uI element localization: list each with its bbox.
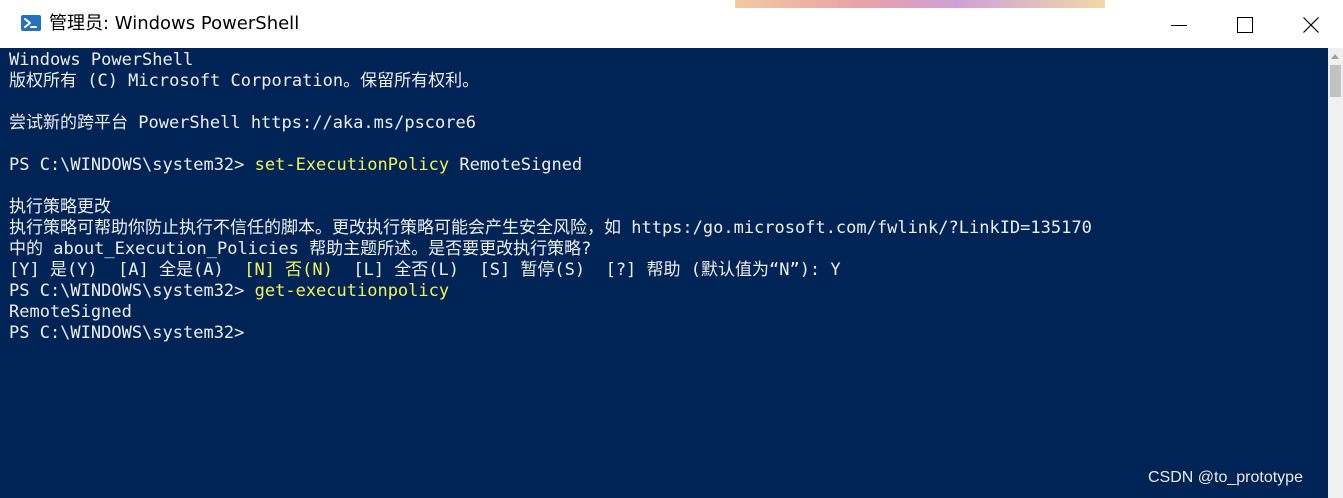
watermark: CSDN @to_prototype (1148, 469, 1303, 486)
powershell-window: 管理员: Windows PowerShell Windows PowerShe… (0, 0, 1343, 498)
maximize-icon (1237, 17, 1253, 33)
scroll-up-arrow-icon[interactable] (1331, 54, 1339, 59)
title-bar[interactable]: 管理员: Windows PowerShell (0, 0, 1343, 48)
powershell-icon (21, 15, 41, 31)
console-line-policy-question: 中的 about_Execution_Policies 帮助主题所述。是否要更改… (9, 239, 592, 259)
vertical-scrollbar[interactable] (1328, 48, 1343, 498)
console-line-policy-warning: 执行策略可帮助你防止执行不信任的脚本。更改执行策略可能会产生安全风险，如 htt… (9, 218, 1092, 238)
prompt: PS C:\WINDOWS\system32> (9, 281, 245, 301)
choice-options-rest: [L] 全否(L) [S] 暂停(S) [?] 帮助 (默认值为“N”): Y (332, 260, 841, 280)
console-line-pscore-hint: 尝试新的跨平台 PowerShell https://aka.ms/pscore… (9, 113, 476, 133)
console-prompt-line[interactable]: PS C:\WINDOWS\system32> (9, 323, 244, 344)
console-line-copyright: 版权所有 (C) Microsoft Corporation。保留所有权利。 (9, 71, 480, 91)
background-window-strip (735, 0, 1105, 8)
console-line-output: RemoteSigned (9, 302, 132, 322)
window-title: 管理员: Windows PowerShell (49, 13, 300, 34)
choice-options: [Y] 是(Y) [A] 全是(A) (9, 260, 245, 280)
prompt: PS C:\WINDOWS\system32> (9, 323, 245, 343)
close-icon (1303, 17, 1319, 33)
close-button[interactable] (1278, 0, 1343, 48)
scroll-thumb[interactable] (1330, 65, 1341, 97)
console-output[interactable]: Windows PowerShell 版权所有 (C) Microsoft Co… (0, 48, 1328, 498)
console-line-policy-change-title: 执行策略更改 (9, 197, 111, 217)
command-cmdlet: get-executionpolicy (244, 281, 450, 301)
console-choice-line: [Y] 是(Y) [A] 全是(A) [N] 否(N) [L] 全否(L) [S… (9, 260, 841, 281)
minimize-icon (1171, 25, 1187, 26)
command-args: RemoteSigned (449, 155, 583, 175)
minimize-button[interactable] (1146, 0, 1212, 48)
console-prompt-line: PS C:\WINDOWS\system32> get-executionpol… (9, 281, 449, 302)
maximize-button[interactable] (1212, 0, 1278, 48)
command-cmdlet: set-ExecutionPolicy (244, 155, 450, 175)
console-prompt-line: PS C:\WINDOWS\system32> set-ExecutionPol… (9, 155, 582, 176)
choice-default-option: [N] 否(N) (244, 260, 333, 280)
prompt: PS C:\WINDOWS\system32> (9, 155, 245, 175)
console-line-header: Windows PowerShell (9, 50, 194, 70)
